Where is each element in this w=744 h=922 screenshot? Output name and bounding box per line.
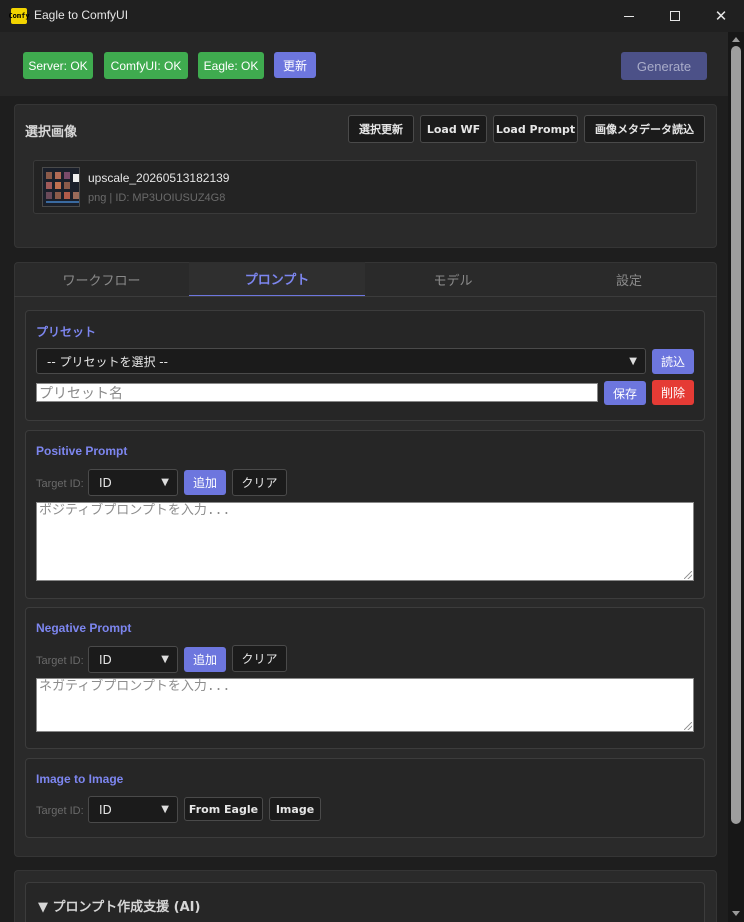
app-logo-icon: Comfy: [8, 8, 30, 24]
load-prompt-button[interactable]: Load Prompt: [493, 115, 578, 143]
vertical-scrollbar[interactable]: [728, 32, 744, 922]
scrollbar-thumb[interactable]: [731, 46, 741, 824]
positive-prompt-textarea[interactable]: ポジティブプロンプトを入力...: [36, 502, 694, 581]
positive-target-label: Target ID:: [36, 478, 84, 490]
preset-name-input[interactable]: プリセット名: [36, 383, 598, 402]
server-status-badge: Server: OK: [23, 52, 93, 79]
image-thumbnail: [42, 167, 80, 207]
negative-target-select[interactable]: ID ▼: [88, 646, 178, 673]
negative-prompt-title: Negative Prompt: [36, 621, 132, 635]
title-bar: Comfy Eagle to ComfyUI ✕: [0, 0, 744, 32]
minimize-icon: [624, 15, 634, 17]
tab-model[interactable]: モデル: [365, 262, 541, 297]
maximize-button[interactable]: [652, 0, 698, 32]
tab-prompt[interactable]: プロンプト: [189, 262, 365, 297]
status-bar: Server: OK ComfyUI: OK Eagle: OK 更新 Gene…: [0, 32, 728, 96]
i2i-target-label: Target ID:: [36, 805, 84, 817]
positive-prompt-title: Positive Prompt: [36, 444, 128, 458]
positive-target-select[interactable]: ID ▼: [88, 469, 178, 496]
tab-workflow[interactable]: ワークフロー: [14, 262, 189, 297]
scroll-down-icon[interactable]: [732, 911, 740, 916]
selected-image-title: 選択画像: [25, 125, 78, 140]
positive-target-value: ID: [99, 475, 112, 490]
negative-prompt-placeholder: ネガティブプロンプトを入力...: [39, 679, 231, 694]
chevron-down-icon: ▼: [629, 356, 637, 367]
image-meta: png | ID: MP3UOIUSUZ4G8: [88, 192, 226, 204]
maximize-icon: [670, 11, 680, 21]
minimize-button[interactable]: [606, 0, 652, 32]
window-title: Eagle to ComfyUI: [34, 8, 129, 22]
i2i-image-button[interactable]: Image: [269, 797, 321, 821]
preset-delete-button[interactable]: 削除: [652, 380, 694, 405]
from-eagle-button[interactable]: From Eagle: [184, 797, 263, 821]
negative-clear-button[interactable]: クリア: [232, 645, 287, 672]
positive-prompt-placeholder: ポジティブプロンプトを入力...: [39, 503, 231, 518]
ai-assist-toggle[interactable]: ▼ プロンプト作成支援 (AI): [38, 896, 200, 915]
generate-button[interactable]: Generate: [621, 52, 707, 80]
preset-select-value: -- プリセットを選択 --: [47, 354, 168, 369]
load-wf-button[interactable]: Load WF: [420, 115, 487, 143]
selected-image-item[interactable]: upscale_20260513182139 png | ID: MP3UOIU…: [33, 160, 697, 214]
image-name: upscale_20260513182139: [88, 171, 230, 185]
negative-add-button[interactable]: 追加: [184, 647, 226, 672]
eagle-status-badge: Eagle: OK: [198, 52, 264, 79]
preset-title: プリセット: [36, 325, 97, 339]
positive-clear-button[interactable]: クリア: [232, 469, 287, 496]
preset-select[interactable]: -- プリセットを選択 -- ▼: [36, 348, 646, 374]
negative-target-label: Target ID:: [36, 655, 84, 667]
comfyui-status-badge: ComfyUI: OK: [104, 52, 188, 79]
scroll-up-icon[interactable]: [732, 37, 740, 42]
chevron-down-icon: ▼: [161, 804, 169, 815]
app-logo-text: Comfy: [8, 12, 30, 20]
preset-load-button[interactable]: 読込: [652, 349, 694, 374]
resize-grip-icon[interactable]: [684, 571, 692, 579]
refresh-button[interactable]: 更新: [274, 52, 316, 78]
tab-settings[interactable]: 設定: [541, 262, 717, 297]
chevron-down-icon: ▼: [161, 654, 169, 665]
resize-grip-icon[interactable]: [684, 722, 692, 730]
negative-prompt-textarea[interactable]: ネガティブプロンプトを入力...: [36, 678, 694, 732]
image-to-image-title: Image to Image: [36, 772, 124, 786]
chevron-down-icon: ▼: [161, 477, 169, 488]
close-icon: ✕: [714, 7, 728, 25]
tab-divider: [14, 296, 717, 297]
load-image-metadata-button[interactable]: 画像メタデータ読込: [584, 115, 705, 143]
i2i-target-value: ID: [99, 802, 112, 817]
i2i-target-select[interactable]: ID ▼: [88, 796, 178, 823]
close-button[interactable]: ✕: [698, 0, 744, 32]
preset-save-button[interactable]: 保存: [604, 381, 646, 405]
refresh-selection-button[interactable]: 選択更新: [348, 115, 414, 143]
positive-add-button[interactable]: 追加: [184, 470, 226, 495]
negative-target-value: ID: [99, 652, 112, 667]
